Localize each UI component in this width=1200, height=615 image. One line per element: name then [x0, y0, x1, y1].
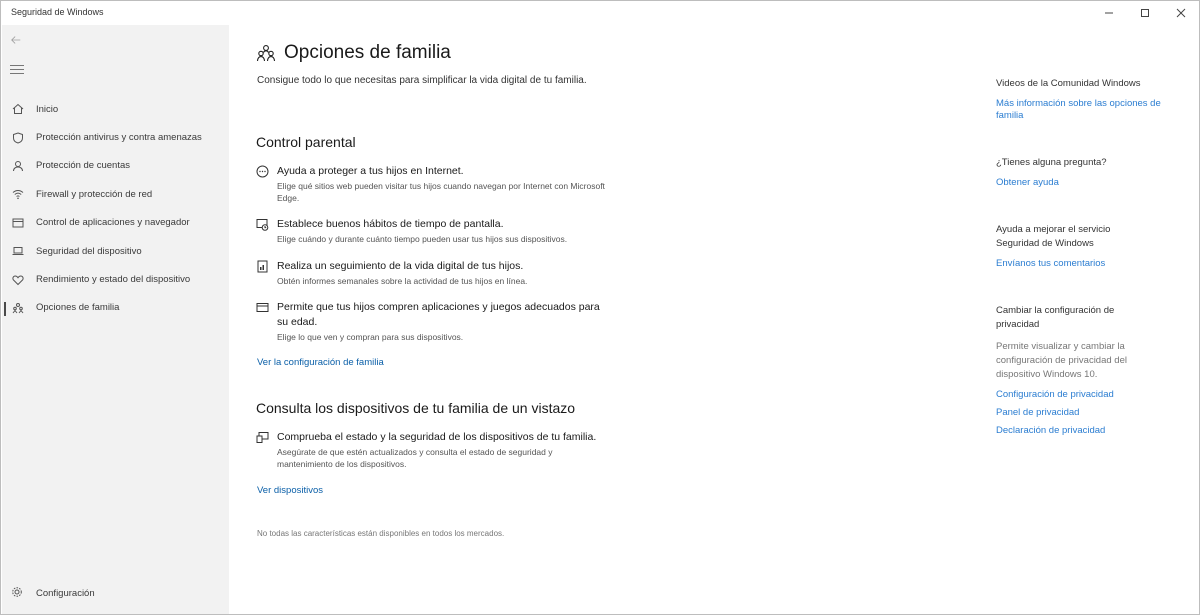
sidebar-item-rendimiento[interactable]: Rendimiento y estado del dispositivo [2, 265, 229, 293]
feature-purchases: Permite que tus hijos compren aplicacion… [256, 300, 606, 343]
sidebar-item-antivirus[interactable]: Protección antivirus y contra amenazas [2, 123, 229, 151]
feature-description: Elige cuándo y durante cuánto tiempo pue… [277, 234, 568, 244]
report-icon [256, 260, 270, 274]
sidebar-item-label: Control de aplicaciones y navegador [36, 217, 190, 229]
feature-title: Establece buenos hábitos de tiempo de pa… [277, 218, 504, 230]
get-help-link[interactable]: Obtener ayuda [996, 177, 1166, 189]
sidebar-item-label: Firewall y protección de red [36, 188, 153, 200]
title-bar: Seguridad de Windows [1, 1, 1199, 25]
sidebar-item-label: Protección antivirus y contra amenazas [36, 132, 202, 144]
availability-footnote: No todas las características están dispo… [257, 529, 505, 538]
feature-title: Comprueba el estado y la seguridad de lo… [277, 431, 597, 443]
sidebar-item-cuentas[interactable]: Protección de cuentas [2, 152, 229, 180]
minimize-icon [1105, 12, 1113, 14]
hamburger-menu-button[interactable] [10, 65, 24, 77]
privacy-dashboard-link[interactable]: Panel de privacidad [996, 407, 1166, 419]
send-feedback-link[interactable]: Envíanos tus comentarios [996, 258, 1166, 270]
page-title: Opciones de familia [284, 42, 451, 63]
privacy-heading: Cambiar la configuración de privacidad [996, 305, 1115, 330]
close-icon [1176, 8, 1186, 18]
window-controls [1091, 1, 1199, 25]
card-icon [256, 301, 270, 315]
question-heading: ¿Tienes alguna pregunta? [996, 157, 1107, 168]
privacy-description: Permite visualizar y cambiar la configur… [996, 341, 1127, 380]
shield-icon [11, 131, 25, 145]
sidebar-item-label: Protección de cuentas [36, 160, 131, 172]
heart-icon [11, 273, 25, 287]
page-header: Opciones de familia [256, 42, 451, 64]
feature-description: Asegúrate de que estén actualizados y co… [277, 447, 553, 469]
wifi-icon [11, 187, 25, 201]
sidebar-item-aplicaciones[interactable]: Control de aplicaciones y navegador [2, 209, 229, 237]
family-icon [256, 43, 276, 63]
home-icon [11, 102, 25, 116]
privacy-statement-link[interactable]: Declaración de privacidad [996, 425, 1166, 437]
sidebar-item-label: Rendimiento y estado del dispositivo [36, 274, 191, 286]
section-title-devices: Consulta los dispositivos de tu familia … [256, 400, 576, 416]
family-icon [11, 301, 25, 315]
sidebar-item-firewall[interactable]: Firewall y protección de red [2, 180, 229, 208]
page-description: Consigue todo lo que necesitas para simp… [257, 75, 587, 86]
sidebar-nav: Inicio Protección antivirus y contra ame… [2, 95, 229, 322]
back-arrow-icon [11, 36, 21, 44]
community-videos-heading: Videos de la Comunidad Windows [996, 78, 1141, 89]
section-title-parental: Control parental [256, 134, 356, 150]
sidebar-item-label: Seguridad del dispositivo [36, 245, 142, 257]
sidebar-item-familia[interactable]: Opciones de familia [2, 294, 229, 322]
sidebar-item-inicio[interactable]: Inicio [2, 95, 229, 123]
settings-label: Configuración [36, 587, 95, 599]
person-icon [11, 159, 25, 173]
feature-description: Elige qué sitios web pueden visitar tus … [277, 181, 605, 203]
hamburger-icon [10, 65, 24, 66]
feature-title: Permite que tus hijos compren aplicacion… [277, 301, 600, 328]
globe-icon [256, 165, 270, 179]
feature-description: Elige lo que ven y compran para sus disp… [277, 332, 464, 342]
app-browser-icon [11, 216, 25, 230]
sidebar-item-configuracion[interactable]: Configuración [2, 582, 229, 604]
maximize-button[interactable] [1127, 1, 1163, 25]
family-options-info-link[interactable]: Más información sobre las opciones de fa… [996, 98, 1166, 122]
back-button[interactable] [10, 33, 24, 47]
sidebar: Inicio Protección antivirus y contra ame… [2, 25, 229, 614]
sidebar-item-label: Opciones de familia [36, 302, 120, 314]
privacy-settings-link[interactable]: Configuración de privacidad [996, 389, 1166, 401]
feature-web-protection: Ayuda a proteger a tus hijos en Internet… [256, 164, 616, 204]
gear-icon [11, 586, 25, 600]
maximize-icon [1141, 9, 1149, 17]
laptop-icon [11, 244, 25, 258]
sidebar-item-label: Inicio [36, 103, 59, 115]
feature-activity-report: Realiza un seguimiento de la vida digita… [256, 259, 616, 287]
window-title: Seguridad de Windows [11, 7, 104, 17]
view-devices-link[interactable]: Ver dispositivos [257, 485, 323, 496]
improve-heading: Ayuda a mejorar el servicio Seguridad de… [996, 224, 1111, 249]
feature-title: Ayuda a proteger a tus hijos en Internet… [277, 165, 464, 177]
feature-title: Realiza un seguimiento de la vida digita… [277, 260, 524, 272]
minimize-button[interactable] [1091, 1, 1127, 25]
devices-icon [256, 431, 270, 445]
feature-screen-time: Establece buenos hábitos de tiempo de pa… [256, 217, 616, 245]
view-family-settings-link[interactable]: Ver la configuración de familia [257, 357, 384, 368]
feature-device-health: Comprueba el estado y la seguridad de lo… [256, 430, 606, 470]
feature-description: Obtén informes semanales sobre la activi… [277, 276, 528, 286]
screen-time-icon [256, 218, 270, 232]
app-window: Seguridad de Windows Inicio Protección a… [0, 0, 1200, 615]
sidebar-item-dispositivo[interactable]: Seguridad del dispositivo [2, 237, 229, 265]
close-button[interactable] [1163, 1, 1199, 25]
